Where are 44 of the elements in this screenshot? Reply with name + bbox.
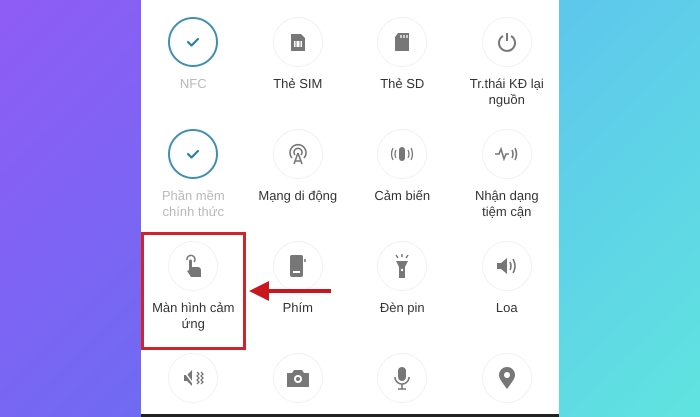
sim-card-icon (290, 32, 306, 52)
test-button[interactable] (482, 17, 532, 67)
power-restart-icon (496, 31, 518, 53)
microphone-icon (393, 366, 412, 390)
test-button[interactable] (377, 17, 428, 67)
test-passed-button[interactable] (168, 129, 218, 179)
check-icon (185, 36, 202, 48)
touch-hand-icon (183, 254, 204, 278)
test-label: Loa (494, 300, 519, 316)
test-label: Nhận dạng tiệm cận (474, 188, 540, 220)
test-label: Thẻ SD (379, 76, 426, 92)
test-label: NFC (178, 76, 208, 92)
phone-icon (288, 254, 307, 278)
test-button[interactable] (482, 241, 532, 291)
test-button[interactable] (482, 353, 532, 403)
test-label: Màn hình cảm ứng (151, 300, 236, 332)
test-button[interactable] (377, 241, 428, 291)
location-pin-icon (498, 366, 516, 390)
vibration-icon (389, 146, 416, 162)
check-icon (185, 148, 202, 160)
test-label: Phím (282, 300, 314, 316)
test-label: Cảm biến (373, 188, 432, 204)
test-button[interactable] (377, 129, 428, 179)
pulse-icon (494, 146, 520, 162)
camera-icon (286, 368, 310, 388)
test-button[interactable] (168, 241, 218, 291)
test-label: Thẻ SIM (272, 76, 324, 92)
test-button[interactable] (272, 129, 323, 179)
speaker-icon (494, 256, 519, 276)
test-label: Mạng di động (257, 188, 338, 204)
test-label: Phần mềm chính thức (160, 188, 226, 220)
test-label: Đèn pin (378, 300, 426, 316)
test-button[interactable] (377, 353, 428, 403)
test-passed-button[interactable] (168, 17, 218, 67)
sd-card-icon (394, 32, 410, 52)
test-label: Tr.thái KĐ lại nguồn (468, 76, 545, 108)
test-button[interactable] (272, 353, 323, 403)
test-button[interactable] (168, 353, 218, 403)
antenna-icon (286, 143, 309, 165)
test-button[interactable] (482, 129, 532, 179)
arrow-icon (247, 279, 333, 303)
flashlight-icon (393, 253, 412, 279)
mute-icon (182, 368, 204, 388)
test-button[interactable] (272, 17, 323, 67)
